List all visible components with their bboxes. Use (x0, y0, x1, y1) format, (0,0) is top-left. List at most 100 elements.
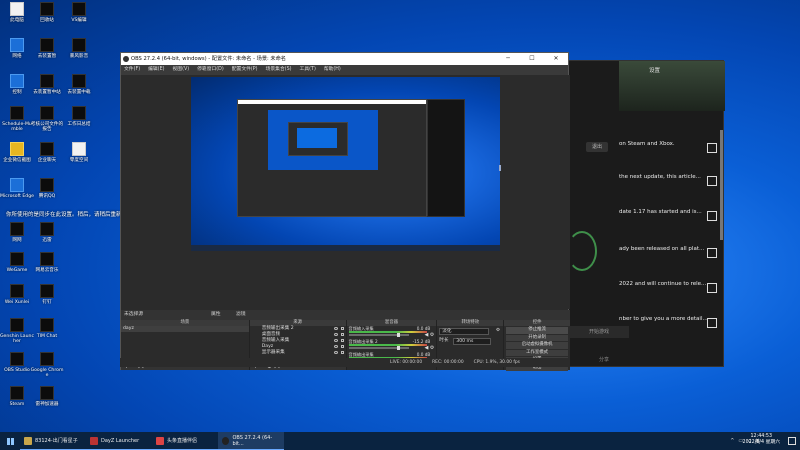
volume-knob[interactable] (396, 333, 400, 337)
scrollbar[interactable] (720, 130, 723, 240)
volume-knob[interactable] (396, 346, 400, 350)
desktop-icon[interactable]: 雷神加速器 (30, 386, 64, 407)
lock-icon[interactable] (340, 339, 344, 342)
desktop-icon[interactable]: Schedule-Mumble (0, 106, 34, 132)
scene-item[interactable]: dayz (121, 326, 249, 332)
recycle-bin-icon (40, 2, 54, 16)
visibility-icon[interactable] (333, 351, 338, 354)
desktop-icon[interactable]: Steam (0, 386, 34, 407)
exit-button[interactable]: 退出 (586, 142, 608, 152)
virtual-camera-button[interactable]: 启动虚拟摄像机 (506, 342, 569, 349)
menu-docks[interactable]: 停靠窗口(D) (197, 65, 224, 75)
speaker-icon[interactable]: ◀ (424, 345, 428, 351)
menu-file[interactable]: 文件(F) (124, 65, 140, 75)
taskbar-item[interactable]: 头条直播伴侣 (152, 432, 218, 450)
preview-canvas[interactable] (191, 77, 500, 251)
speaker-icon[interactable]: ◀ (424, 332, 428, 338)
external-link-icon[interactable] (707, 143, 717, 153)
desktop-icon[interactable]: 网络 (0, 38, 34, 59)
desktop-icon[interactable]: 暴风影音 (62, 38, 96, 59)
lock-icon[interactable] (340, 345, 344, 348)
menu-scene-collection[interactable]: 场景集合(S) (266, 65, 292, 75)
desktop-icon[interactable]: 考核公司文件的报告 (30, 106, 64, 132)
desktop-icon[interactable]: 回收站 (30, 2, 64, 23)
desktop-icon[interactable]: TIM Chat (30, 318, 64, 339)
desktop-icon[interactable]: OBS Studio (0, 352, 34, 373)
chevron-up-icon[interactable]: ^ (730, 438, 734, 444)
preview-area[interactable] (121, 75, 570, 309)
external-link-icon[interactable] (707, 176, 717, 186)
visibility-icon[interactable] (333, 333, 338, 336)
desktop-icon[interactable]: 网网 (0, 222, 34, 243)
desktop-icon[interactable]: 去装置暂中站 (30, 74, 64, 95)
desktop-icon[interactable]: 工作日总结 (62, 106, 96, 127)
visibility-icon[interactable] (333, 339, 338, 342)
external-link-icon[interactable] (707, 248, 717, 258)
external-link-icon[interactable] (707, 318, 717, 328)
news-item[interactable]: date 1.17 has started and is... (619, 209, 719, 229)
stop-streaming-button[interactable]: 停止推流 (506, 327, 569, 334)
app-icon (40, 178, 54, 192)
studio-mode-button[interactable]: 工作室模式 (506, 349, 569, 356)
properties-button[interactable]: 属性 (211, 310, 221, 320)
desktop-icon[interactable]: Wei Xunlei (0, 284, 34, 305)
source-item[interactable]: 显示器采集 (250, 350, 346, 356)
start-game-button[interactable]: 开始游戏 (569, 326, 629, 338)
taskbar-item[interactable]: 83124-出门看星子 (20, 432, 86, 450)
settings-button[interactable]: 设置 (649, 66, 660, 74)
desktop-icon[interactable]: Genshin Launcher (0, 318, 34, 344)
desktop-icon[interactable]: Microsoft Edge (0, 178, 34, 199)
menu-edit[interactable]: 编辑(E) (148, 65, 164, 75)
desktop-icon[interactable]: WeGame (0, 252, 34, 273)
clock[interactable]: 12:44:53 2022/6/4 星期六 (743, 434, 780, 446)
volume-slider[interactable] (348, 347, 409, 349)
resize-handle[interactable] (499, 165, 501, 171)
news-item[interactable]: ady been released on all plat... (619, 246, 719, 266)
app-icon (72, 38, 86, 52)
desktop-icon[interactable]: 企业聊天 (30, 142, 64, 163)
close-icon[interactable]: ✕ (544, 53, 568, 65)
lock-icon[interactable] (340, 333, 344, 336)
clock-date: 2022/6/4 星期六 (742, 440, 780, 445)
desktop-icon[interactable]: 控制 (0, 74, 34, 95)
taskbar-item[interactable]: OBS 27.2.4 (64-bit... (218, 432, 284, 450)
notification-icon[interactable] (788, 437, 796, 445)
taskbar-item[interactable]: DayZ Launcher (86, 432, 152, 450)
menu-tools[interactable]: 工具(T) (300, 65, 316, 75)
lock-icon[interactable] (340, 351, 344, 354)
gear-icon[interactable]: ⚙ (430, 332, 434, 338)
gear-icon[interactable]: ⚙ (430, 345, 434, 351)
gear-icon[interactable]: ⚙ (496, 326, 500, 336)
menu-help[interactable]: 帮助(H) (324, 65, 341, 75)
news-item[interactable]: on Steam and Xbox. (619, 141, 719, 161)
desktop-icon[interactable]: 去装置暂 (30, 38, 64, 59)
desktop-icon[interactable]: 去装置中载 (62, 74, 96, 95)
filters-button[interactable]: 滤镜 (236, 310, 246, 320)
desktop-icon[interactable]: Google Chrome (30, 352, 64, 378)
visibility-icon[interactable] (333, 345, 338, 348)
desktop-icon[interactable]: 此电脑 (0, 2, 34, 23)
desktop-icon[interactable]: VS编辑 (62, 2, 96, 23)
menu-profile[interactable]: 配置文件(P) (232, 65, 258, 75)
visibility-icon[interactable] (333, 327, 338, 330)
desktop-icon[interactable]: 零度空间 (62, 142, 96, 163)
news-item[interactable]: nber to give you a more detail... (619, 316, 719, 336)
lock-icon[interactable] (340, 327, 344, 330)
desktop-icon[interactable]: 企业微信截图 (0, 142, 34, 163)
start-recording-button[interactable]: 开始录制 (506, 334, 569, 341)
external-link-icon[interactable] (707, 283, 717, 293)
external-link-icon[interactable] (707, 211, 717, 221)
news-item[interactable]: the next update, this article... (619, 174, 719, 194)
duration-input[interactable]: 300 ms (453, 338, 492, 345)
start-button[interactable] (0, 432, 20, 450)
minimize-icon[interactable]: ─ (496, 53, 520, 65)
desktop-icon[interactable]: 迅雷 (30, 222, 64, 243)
desktop-icon[interactable]: 网易云音乐 (30, 252, 64, 273)
menu-view[interactable]: 视图(V) (172, 65, 189, 75)
desktop-icon[interactable]: 钉钉 (30, 284, 64, 305)
volume-slider[interactable] (348, 334, 409, 336)
maximize-icon[interactable]: ☐ (520, 53, 544, 65)
transition-select[interactable]: 淡化 (439, 328, 490, 335)
desktop-icon[interactable]: 腾讯QQ (30, 178, 64, 199)
news-item[interactable]: 2022 and will continue to rele... (619, 281, 719, 301)
